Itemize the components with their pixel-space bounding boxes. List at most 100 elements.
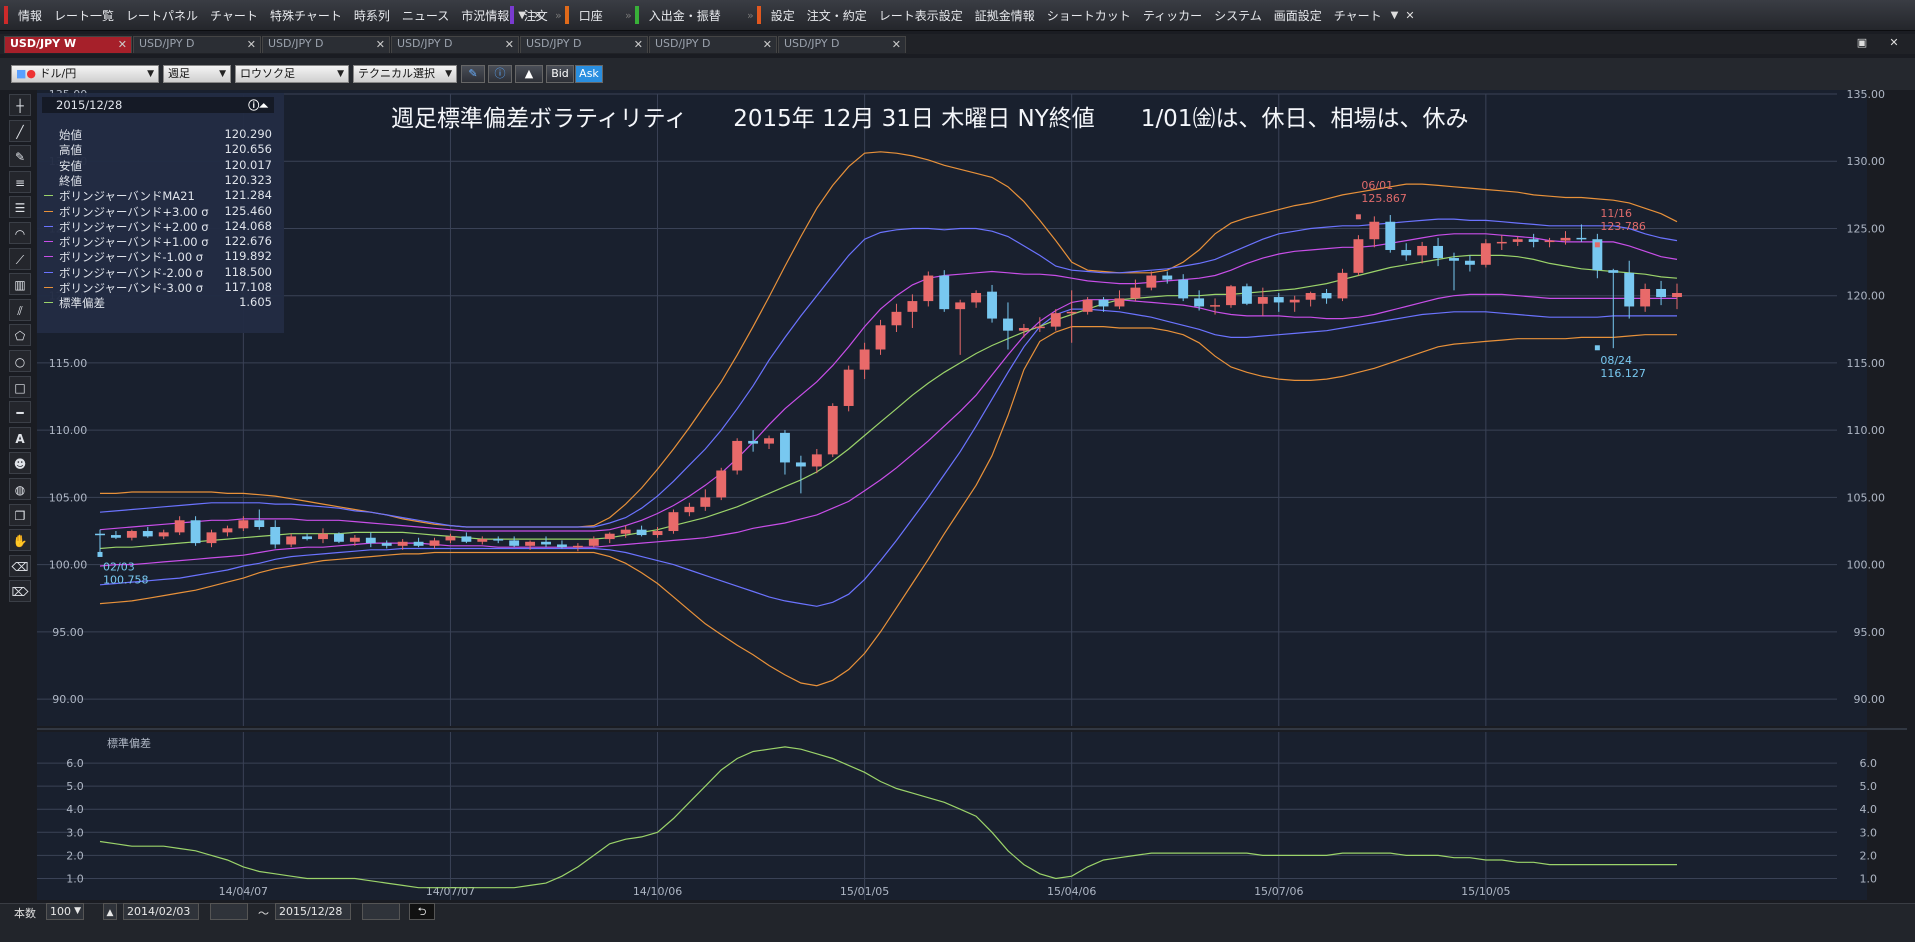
technical-select[interactable]: テクニカル選択 ▼ bbox=[353, 65, 457, 83]
candle-body bbox=[1576, 237, 1587, 240]
channel-icon[interactable]: ⫽ bbox=[9, 298, 31, 321]
line-icon[interactable]: ╱ bbox=[9, 119, 31, 142]
info-toggle-icon[interactable]: ⓘ⏶ bbox=[248, 97, 268, 113]
hline-icon[interactable]: ━ bbox=[9, 401, 31, 424]
close-icon[interactable]: ✕ bbox=[505, 38, 514, 51]
tab-usdjpy-w[interactable]: USD/JPY W ✕ bbox=[4, 36, 132, 53]
count-label: 本数 bbox=[14, 907, 36, 920]
menu-item-account[interactable]: 口座 bbox=[573, 7, 609, 24]
menu-item-info[interactable]: 情報 bbox=[12, 7, 48, 24]
candle-body bbox=[365, 537, 376, 544]
candle-body bbox=[1480, 243, 1491, 265]
price-chart[interactable]: 90.00 90.00 95.00 95.00 100.00 100.00 105.00 10… bbox=[37, 90, 1915, 900]
menu-item-margin-info[interactable]: 証拠金情報 bbox=[969, 7, 1041, 24]
candle-body bbox=[875, 325, 886, 350]
close-icon[interactable]: ✕ bbox=[1401, 9, 1418, 22]
ask-button[interactable]: Ask bbox=[575, 65, 603, 83]
restore-window-icon[interactable]: ▣ bbox=[1854, 36, 1870, 50]
tab-usdjpy-d[interactable]: USD/JPY D ✕ bbox=[262, 36, 390, 53]
count-up-button[interactable]: ▲ bbox=[103, 903, 117, 920]
currency-pair-select[interactable]: ■● ドル/円 ▼ bbox=[11, 65, 159, 83]
close-icon[interactable]: ✕ bbox=[118, 38, 127, 51]
candle-body bbox=[270, 526, 281, 545]
menu-group-account: » 口座 bbox=[552, 4, 609, 26]
tab-usdjpy-d[interactable]: USD/JPY D ✕ bbox=[133, 36, 261, 53]
fan-icon[interactable]: ⟋ bbox=[9, 247, 31, 270]
candle-body bbox=[334, 533, 344, 542]
close-icon[interactable]: ✕ bbox=[247, 38, 256, 51]
draw-pencil-button[interactable]: ✎ bbox=[461, 65, 485, 83]
tab-usdjpy-d[interactable]: USD/JPY D ✕ bbox=[520, 36, 648, 53]
apply-button[interactable]: ⮌ bbox=[409, 903, 435, 920]
info-row: 高値 120.656 bbox=[37, 142, 284, 157]
menu-item-system[interactable]: システム bbox=[1208, 7, 1268, 24]
menu-item-rate-list[interactable]: レート一覧 bbox=[48, 7, 120, 24]
copy-icon[interactable]: ❐ bbox=[9, 503, 31, 526]
info-row-label: ボリンジャーバンド-3.00 σ bbox=[59, 281, 204, 295]
close-icon[interactable]: ✕ bbox=[763, 38, 772, 51]
candle-body bbox=[1337, 272, 1348, 299]
tab-usdjpy-d[interactable]: USD/JPY D ✕ bbox=[649, 36, 777, 53]
candle-body bbox=[413, 541, 424, 546]
sub-pane-label: 標準偏差 bbox=[107, 736, 151, 750]
hand-icon[interactable]: ✋ bbox=[9, 529, 31, 552]
menu-item-shortcut[interactable]: ショートカット bbox=[1041, 7, 1137, 24]
menu-item-news[interactable]: ニュース bbox=[396, 7, 455, 24]
chart-title: 週足標準偏差ボラティリティ 2015年 12月 31日 木曜日 NY終値 1/0… bbox=[391, 106, 1468, 132]
from-time-field[interactable] bbox=[210, 903, 248, 920]
bid-button[interactable]: Bid bbox=[546, 65, 574, 83]
icon-icon[interactable]: ☻ bbox=[9, 452, 31, 475]
menu-item-rate-display[interactable]: レート表示設定 bbox=[873, 7, 969, 24]
arc-icon[interactable]: ◠ bbox=[9, 221, 31, 244]
cursor-icon[interactable]: ◍ bbox=[9, 477, 31, 500]
grid-icon[interactable]: ▥ bbox=[9, 273, 31, 296]
menu-item-settings[interactable]: 設定 bbox=[765, 7, 801, 24]
rect-icon[interactable]: □ bbox=[9, 375, 31, 398]
info-button[interactable]: ⓘ bbox=[488, 65, 512, 83]
count-select[interactable]: 100 ▼ bbox=[46, 903, 84, 920]
candle-body bbox=[461, 536, 472, 542]
to-date-field[interactable]: 2015/12/28 bbox=[275, 903, 351, 920]
menu-item-screen-settings[interactable]: 画面設定 bbox=[1268, 7, 1328, 24]
candle-body bbox=[477, 539, 488, 542]
text-icon[interactable]: A bbox=[9, 426, 31, 449]
candle-body bbox=[557, 544, 567, 548]
menu-item-deposit[interactable]: 入出金・振替 bbox=[643, 7, 727, 24]
crosshair-icon[interactable]: ┼ bbox=[9, 94, 31, 116]
x-tick-label: 14/04/07 bbox=[219, 885, 268, 898]
menu-item-timeseries[interactable]: 時系列 bbox=[348, 7, 396, 24]
pentagon-icon[interactable]: ⬠ bbox=[9, 324, 31, 347]
close-icon[interactable]: ✕ bbox=[634, 38, 643, 51]
eraser-icon[interactable]: ⌫ bbox=[9, 554, 31, 577]
menu-item-chart[interactable]: チャート bbox=[204, 7, 264, 24]
menu-item-chart-settings[interactable]: チャート bbox=[1328, 7, 1388, 24]
y-tick-label: 110.00 bbox=[49, 424, 88, 437]
menu-item-rate-panel[interactable]: レートパネル bbox=[120, 7, 204, 24]
info-row: ボリンジャーバンド-1.00 σ 119.892 bbox=[37, 249, 284, 264]
tab-usdjpy-d[interactable]: USD/JPY D ✕ bbox=[391, 36, 519, 53]
chart-style-select[interactable]: ロウソク足 ▼ bbox=[235, 65, 349, 83]
chart-type-button[interactable]: ▲ bbox=[515, 65, 543, 83]
hlines-icon[interactable]: ≡ bbox=[9, 170, 31, 193]
candle-body bbox=[525, 541, 536, 546]
menu-item-ticker[interactable]: ティッカー bbox=[1137, 7, 1208, 24]
from-date-field[interactable]: 2014/02/03 bbox=[123, 903, 199, 920]
lines-icon[interactable]: ☰ bbox=[9, 196, 31, 219]
to-time-field[interactable] bbox=[362, 903, 400, 920]
menu-item-order-fill[interactable]: 注文・約定 bbox=[801, 7, 873, 24]
candle-body bbox=[222, 528, 233, 533]
chevron-down-icon[interactable]: ▼ bbox=[1388, 10, 1402, 21]
circle-icon[interactable]: ○ bbox=[9, 349, 31, 372]
tab-usdjpy-d[interactable]: USD/JPY D ✕ bbox=[778, 36, 906, 53]
close-window-icon[interactable]: ✕ bbox=[1886, 36, 1902, 50]
menu-order-marker bbox=[509, 6, 514, 24]
menu-item-order[interactable]: 注文 bbox=[518, 7, 554, 24]
close-icon[interactable]: ✕ bbox=[892, 38, 901, 51]
erase-all-icon[interactable]: ⌦ bbox=[9, 580, 31, 603]
close-icon[interactable]: ✕ bbox=[376, 38, 385, 51]
period-select[interactable]: 週足 ▼ bbox=[163, 65, 231, 83]
info-row: 安値 120.017 bbox=[37, 158, 284, 173]
pencil-icon[interactable]: ✎ bbox=[9, 145, 31, 168]
menu-item-special-chart[interactable]: 特殊チャート bbox=[264, 7, 348, 24]
grip-icon: » bbox=[500, 8, 507, 22]
